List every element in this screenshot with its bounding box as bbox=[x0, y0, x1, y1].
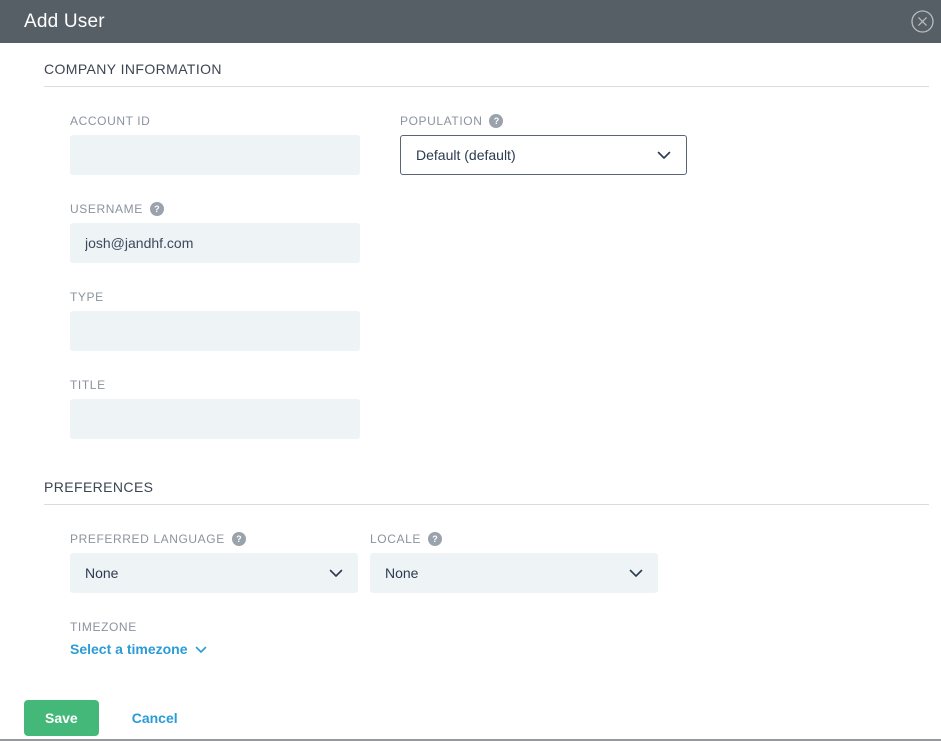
preferred-language-selected-value: None bbox=[85, 565, 118, 581]
timezone-select-link[interactable]: Select a timezone bbox=[70, 641, 207, 657]
page-title: Add User bbox=[24, 11, 105, 33]
field-username: USERNAME ? bbox=[70, 201, 929, 263]
field-account-id: ACCOUNT ID bbox=[70, 113, 360, 175]
add-user-modal: Add User COMPANY INFORMATION ACCOUNT ID bbox=[0, 0, 941, 741]
help-icon[interactable]: ? bbox=[150, 202, 164, 216]
preferences-fields: PREFERRED LANGUAGE ? None LOCALE ? bbox=[70, 505, 929, 659]
close-icon bbox=[911, 10, 934, 33]
locale-dropdown[interactable]: None bbox=[370, 553, 658, 593]
cancel-button[interactable]: Cancel bbox=[132, 710, 178, 726]
username-input[interactable] bbox=[70, 223, 360, 263]
timezone-link-text: Select a timezone bbox=[70, 641, 188, 657]
preferred-language-label: PREFERRED LANGUAGE bbox=[70, 532, 225, 546]
account-id-label: ACCOUNT ID bbox=[70, 114, 150, 128]
chevron-down-icon bbox=[657, 147, 671, 163]
title-label: TITLE bbox=[70, 378, 106, 392]
preferred-language-dropdown[interactable]: None bbox=[70, 553, 358, 593]
timezone-label: TIMEZONE bbox=[70, 620, 137, 634]
username-label: USERNAME bbox=[70, 202, 143, 216]
locale-label: LOCALE bbox=[370, 532, 421, 546]
population-dropdown[interactable]: Default (default) bbox=[400, 135, 687, 175]
population-label: POPULATION bbox=[400, 114, 482, 128]
chevron-down-icon bbox=[629, 565, 643, 581]
help-icon[interactable]: ? bbox=[489, 114, 503, 128]
locale-selected-value: None bbox=[385, 565, 418, 581]
company-fields: ACCOUNT ID POPULATION ? Default (default… bbox=[70, 87, 929, 439]
population-selected-value: Default (default) bbox=[416, 147, 516, 163]
help-icon[interactable]: ? bbox=[232, 532, 246, 546]
field-title: TITLE bbox=[70, 377, 929, 439]
section-company-information: COMPANY INFORMATION bbox=[44, 61, 929, 87]
field-population: POPULATION ? Default (default) bbox=[400, 113, 687, 175]
chevron-down-icon bbox=[195, 641, 207, 657]
close-button[interactable] bbox=[909, 9, 935, 35]
section-title-preferences: PREFERENCES bbox=[44, 479, 153, 495]
section-preferences: PREFERENCES bbox=[44, 479, 929, 505]
section-title-company: COMPANY INFORMATION bbox=[44, 61, 222, 77]
field-timezone: TIMEZONE Select a timezone bbox=[70, 619, 929, 659]
help-icon[interactable]: ? bbox=[428, 532, 442, 546]
field-locale: LOCALE ? None bbox=[370, 531, 658, 593]
chevron-down-icon bbox=[329, 565, 343, 581]
modal-header: Add User bbox=[0, 0, 941, 43]
footer-actions: Save Cancel bbox=[24, 700, 941, 736]
title-input[interactable] bbox=[70, 399, 360, 439]
field-type: TYPE bbox=[70, 289, 929, 351]
account-id-input[interactable] bbox=[70, 135, 360, 175]
type-label: TYPE bbox=[70, 290, 104, 304]
field-preferred-language: PREFERRED LANGUAGE ? None bbox=[70, 531, 358, 593]
type-input[interactable] bbox=[70, 311, 360, 351]
save-button[interactable]: Save bbox=[24, 700, 99, 736]
